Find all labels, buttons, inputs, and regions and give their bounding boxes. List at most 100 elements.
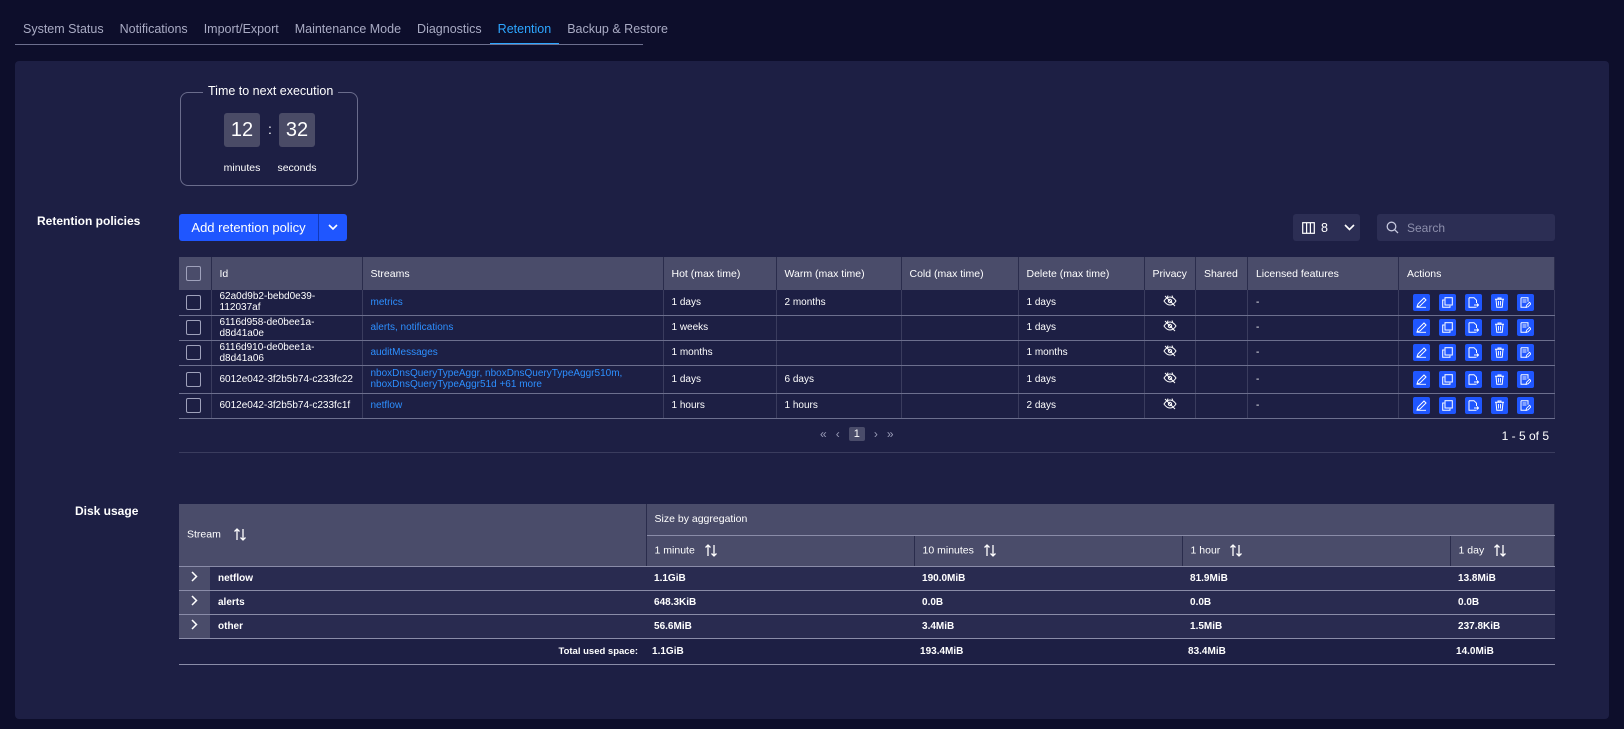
edit-button[interactable] bbox=[1412, 397, 1430, 414]
stream-link[interactable]: auditMessages bbox=[371, 347, 655, 358]
edit-button[interactable] bbox=[1412, 293, 1430, 311]
column-selector-button[interactable]: 8 bbox=[1293, 214, 1360, 241]
trash-icon bbox=[1494, 400, 1505, 411]
disk-row[interactable]: alerts 648.3KiB 0.0B 0.0B 0.0B bbox=[179, 590, 1555, 615]
policy-id: 6116d958-de0bee1a-d8d41a0e bbox=[211, 315, 363, 341]
header-hot[interactable]: Hot (max time) bbox=[663, 257, 777, 290]
edit-button[interactable] bbox=[1412, 344, 1430, 361]
policy-warm: 6 days bbox=[776, 365, 902, 394]
current-page[interactable]: 1 bbox=[848, 427, 865, 441]
header-agg-1-day[interactable]: 1 day bbox=[1450, 535, 1556, 567]
tab-backup-restore[interactable]: Backup & Restore bbox=[559, 14, 676, 44]
sort-icon bbox=[704, 544, 717, 557]
edit-button[interactable] bbox=[1412, 319, 1430, 336]
last-page-icon[interactable]: » bbox=[887, 427, 894, 441]
disk-row[interactable]: netflow 1.1GiB 190.0MiB 81.9MiB 13.8MiB bbox=[179, 566, 1555, 591]
policy-shared bbox=[1195, 393, 1248, 419]
row-checkbox[interactable] bbox=[186, 398, 201, 413]
tab-import-export[interactable]: Import/Export bbox=[196, 14, 287, 44]
stream-link[interactable]: nboxDnsQueryTypeAggr51d +61 more bbox=[371, 379, 655, 390]
tab-retention[interactable]: Retention bbox=[489, 14, 560, 44]
row-checkbox[interactable] bbox=[186, 294, 201, 310]
policy-id: 62a0d9b2-bebd0e39-112037af bbox=[211, 290, 363, 316]
delete-button[interactable] bbox=[1490, 293, 1508, 311]
header-cold[interactable]: Cold (max time) bbox=[901, 257, 1019, 290]
header-agg-1-minute[interactable]: 1 minute bbox=[646, 535, 915, 567]
policy-hot: 1 days bbox=[663, 290, 777, 316]
details-button[interactable] bbox=[1516, 370, 1534, 388]
row-checkbox[interactable] bbox=[186, 371, 201, 387]
next-execution-countdown: Time to next execution 12 : 32 minutes s… bbox=[180, 84, 358, 186]
select-all-checkbox[interactable] bbox=[186, 266, 201, 281]
stream-link[interactable]: alerts, notifications bbox=[371, 322, 655, 333]
disk-row[interactable]: other 56.6MiB 3.4MiB 1.5MiB 237.8KiB bbox=[179, 614, 1555, 639]
delete-button[interactable] bbox=[1490, 370, 1508, 388]
export-button[interactable] bbox=[1464, 370, 1482, 388]
add-policy-dropdown-button[interactable] bbox=[318, 214, 347, 241]
next-page-icon[interactable]: › bbox=[874, 427, 878, 441]
header-shared[interactable]: Shared bbox=[1195, 257, 1248, 290]
expand-row-button[interactable] bbox=[179, 614, 210, 639]
first-page-icon[interactable]: « bbox=[820, 427, 827, 441]
header-streams[interactable]: Streams bbox=[362, 257, 664, 290]
policy-cold bbox=[901, 340, 1019, 366]
row-checkbox[interactable] bbox=[186, 345, 201, 360]
details-button[interactable] bbox=[1516, 397, 1534, 414]
header-agg-1-hour[interactable]: 1 hour bbox=[1182, 535, 1451, 567]
export-button[interactable] bbox=[1464, 344, 1482, 361]
tab-diagnostics[interactable]: Diagnostics bbox=[409, 14, 490, 44]
export-button[interactable] bbox=[1464, 397, 1482, 414]
duplicate-button[interactable] bbox=[1438, 293, 1456, 311]
stream-link[interactable]: metrics bbox=[371, 297, 655, 308]
header-id[interactable]: Id bbox=[211, 257, 363, 290]
policy-streams[interactable]: auditMessages bbox=[362, 340, 664, 366]
chevron-down-icon bbox=[1344, 224, 1355, 231]
details-icon bbox=[1520, 400, 1531, 411]
header-agg-10-minutes[interactable]: 10 minutes bbox=[914, 535, 1183, 567]
policy-hot: 1 weeks bbox=[663, 315, 777, 341]
tab-maintenance-mode[interactable]: Maintenance Mode bbox=[287, 14, 409, 44]
trash-icon bbox=[1494, 374, 1505, 385]
header-licensed-features[interactable]: Licensed features bbox=[1247, 257, 1399, 290]
policy-actions bbox=[1398, 290, 1556, 316]
search-icon bbox=[1386, 221, 1399, 234]
policy-streams[interactable]: alerts, notifications bbox=[362, 315, 664, 341]
expand-row-button[interactable] bbox=[179, 590, 210, 615]
policy-shared bbox=[1195, 340, 1248, 366]
header-privacy[interactable]: Privacy bbox=[1144, 257, 1196, 290]
policy-delete: 1 days bbox=[1018, 315, 1145, 341]
header-delete[interactable]: Delete (max time) bbox=[1018, 257, 1145, 290]
stream-link[interactable]: nboxDnsQueryTypeAggr, nboxDnsQueryTypeAg… bbox=[371, 368, 655, 379]
disk-size-value: 56.6MiB bbox=[646, 614, 915, 639]
policy-licensed: - bbox=[1247, 365, 1399, 394]
tab-notifications[interactable]: Notifications bbox=[112, 14, 196, 44]
expand-row-button[interactable] bbox=[179, 566, 210, 591]
row-checkbox[interactable] bbox=[186, 320, 201, 335]
header-warm[interactable]: Warm (max time) bbox=[776, 257, 902, 290]
details-button[interactable] bbox=[1516, 344, 1534, 361]
delete-button[interactable] bbox=[1490, 319, 1508, 336]
duplicate-button[interactable] bbox=[1438, 344, 1456, 361]
duplicate-button[interactable] bbox=[1438, 319, 1456, 336]
stream-link[interactable]: netflow bbox=[371, 400, 655, 411]
edit-button[interactable] bbox=[1412, 370, 1430, 388]
export-button[interactable] bbox=[1464, 319, 1482, 336]
policy-streams[interactable]: netflow bbox=[362, 393, 664, 419]
add-retention-policy-button[interactable]: Add retention policy bbox=[179, 214, 318, 241]
disk-usage-table: Stream Size by aggregation 1 minute 10 m… bbox=[179, 504, 1556, 665]
prev-page-icon[interactable]: ‹ bbox=[836, 427, 840, 441]
details-button[interactable] bbox=[1516, 319, 1534, 336]
policy-streams[interactable]: metrics bbox=[362, 290, 664, 316]
tab-system-status[interactable]: System Status bbox=[15, 14, 112, 44]
delete-button[interactable] bbox=[1490, 344, 1508, 361]
duplicate-button[interactable] bbox=[1438, 370, 1456, 388]
delete-button[interactable] bbox=[1490, 397, 1508, 414]
export-button[interactable] bbox=[1464, 293, 1482, 311]
policy-warm: 1 hours bbox=[776, 393, 902, 419]
stream-header-label: Stream bbox=[187, 528, 221, 541]
policy-streams[interactable]: nboxDnsQueryTypeAggr, nboxDnsQueryTypeAg… bbox=[362, 365, 664, 394]
details-button[interactable] bbox=[1516, 293, 1534, 311]
duplicate-button[interactable] bbox=[1438, 397, 1456, 414]
search-input[interactable] bbox=[1407, 220, 1547, 235]
header-stream[interactable]: Stream bbox=[179, 504, 647, 567]
